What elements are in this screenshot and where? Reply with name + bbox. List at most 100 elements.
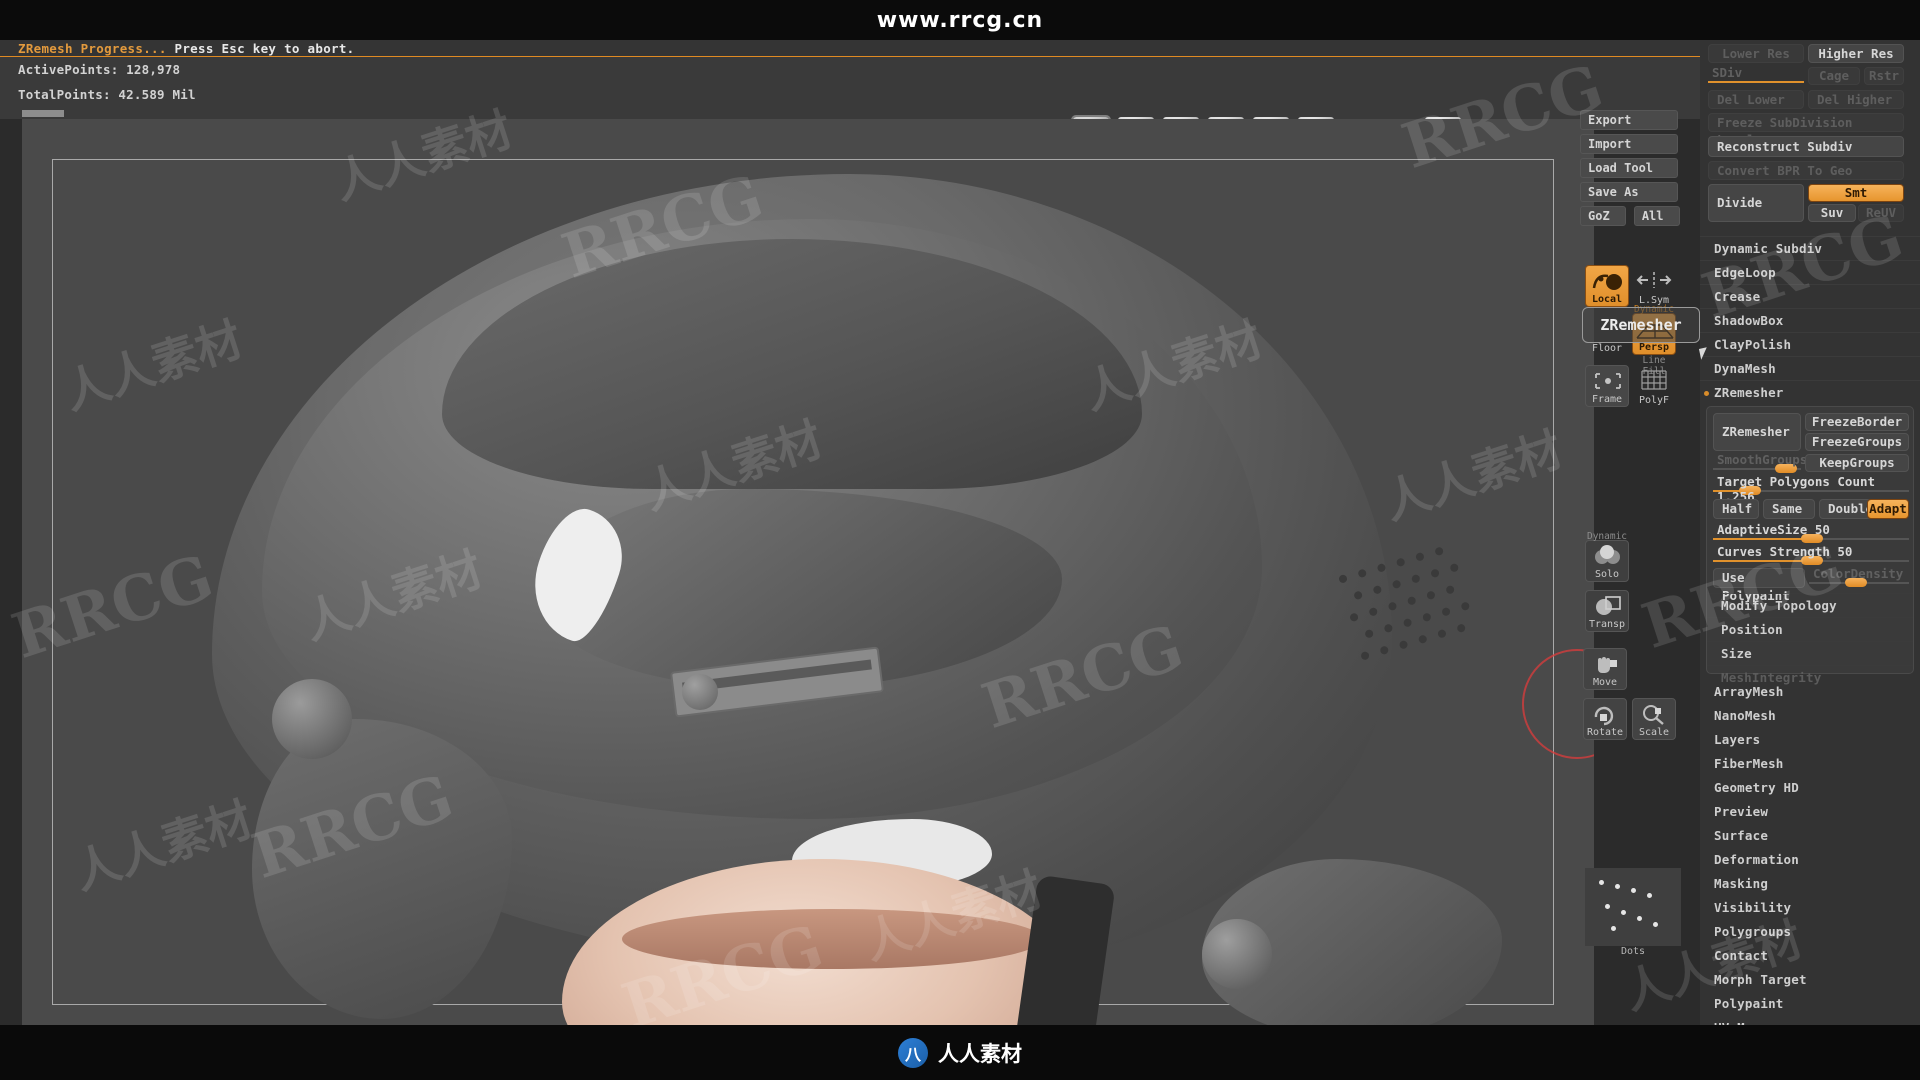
reuv-button[interactable]: ReUV — [1858, 204, 1904, 222]
smt-button[interactable]: Smt — [1808, 184, 1904, 202]
sdiv-slider[interactable]: SDiv — [1708, 65, 1804, 86]
use-polypaint-button[interactable]: Use Polypaint — [1713, 568, 1805, 603]
gizmo-rotate-label: Rotate — [1586, 727, 1624, 738]
panel-item-deformation[interactable]: Deformation — [1700, 848, 1920, 872]
half-button[interactable]: Half — [1713, 499, 1759, 519]
save-as-button[interactable]: Save As — [1580, 182, 1678, 202]
export-button[interactable]: Export — [1580, 110, 1678, 130]
pivot-disc — [272, 679, 352, 759]
rstr-button[interactable]: Rstr — [1864, 67, 1904, 85]
suv-button[interactable]: Suv — [1808, 204, 1856, 222]
panel-item-label: DynaMesh — [1714, 361, 1776, 376]
solo-button[interactable]: Dynamic Solo — [1585, 531, 1629, 582]
lsym-button[interactable]: L.Sym — [1632, 265, 1676, 307]
lower-res-button[interactable]: Lower Res — [1708, 44, 1804, 63]
polyf-button[interactable]: Line Fill PolyF — [1632, 355, 1676, 407]
adaptive-size-slider[interactable]: AdaptiveSize 50 — [1713, 522, 1909, 543]
panel-item-masking[interactable]: Masking — [1700, 872, 1920, 896]
point-counters: ActivePoints: 128,978 TotalPoints: 42.58… — [18, 62, 196, 112]
divide-button[interactable]: Divide — [1708, 184, 1804, 222]
panel-item-position[interactable]: Position — [1707, 617, 1913, 641]
gizmo-move-label: Move — [1592, 677, 1618, 688]
dot — [1647, 893, 1652, 898]
adaptive-size-fill — [1713, 538, 1811, 540]
panel-item-arraymesh[interactable]: ArrayMesh — [1700, 680, 1920, 704]
panel-item-fibermesh[interactable]: FiberMesh — [1700, 752, 1920, 776]
panel-item-shadowbox[interactable]: ShadowBox — [1700, 308, 1920, 332]
panel-item-polygroups[interactable]: Polygroups — [1700, 920, 1920, 944]
adapt-button[interactable]: Adapt — [1867, 499, 1909, 519]
zremesher-sub-list: Modify Topology Position Size MeshIntegr… — [1707, 593, 1913, 689]
panel-item-edgeloop[interactable]: EdgeLoop — [1700, 260, 1920, 284]
keep-groups-button[interactable]: KeepGroups — [1805, 454, 1909, 472]
cage-button[interactable]: Cage — [1808, 67, 1860, 85]
reconstruct-subdiv-button[interactable]: Reconstruct Subdiv — [1708, 136, 1904, 157]
goz-button[interactable]: GoZ — [1580, 206, 1626, 226]
panel-item-zremesher[interactable]: ZRemesher — [1700, 380, 1920, 404]
panel-item-size[interactable]: Size — [1707, 641, 1913, 665]
panel-item-label: Crease — [1714, 289, 1761, 304]
solo-icon — [1595, 545, 1620, 564]
zremesher-group: ZRemesher FreezeBorder FreezeGroups Smoo… — [1706, 406, 1914, 685]
smooth-groups-label: SmoothGroups — [1717, 452, 1808, 467]
panel-item-label: EdgeLoop — [1714, 265, 1776, 280]
solo-dynamic-label: Dynamic — [1586, 531, 1628, 542]
gizmo-move-button[interactable]: Move — [1583, 648, 1627, 690]
convert-bpr-to-geo-button[interactable]: Convert BPR To Geo — [1708, 161, 1904, 180]
gizmo-scale-label: Scale — [1638, 727, 1670, 738]
dots-pad[interactable] — [1585, 868, 1681, 946]
freeze-border-button[interactable]: FreezeBorder — [1805, 413, 1909, 431]
sdiv-label: SDiv — [1712, 65, 1743, 80]
dot — [1611, 926, 1616, 931]
del-lower-button[interactable]: Del Lower — [1708, 90, 1804, 109]
panel-item-surface[interactable]: Surface — [1700, 824, 1920, 848]
all-button[interactable]: All — [1633, 206, 1680, 226]
panel-item-label: ShadowBox — [1714, 313, 1784, 328]
transp-button[interactable]: Transp — [1585, 590, 1629, 632]
sculpt-canvas[interactable] — [22, 119, 1594, 1025]
gizmo-rotate-button[interactable]: Rotate — [1583, 698, 1627, 740]
curves-strength-slider[interactable]: Curves Strength 50 — [1713, 544, 1909, 565]
smooth-groups-slider[interactable]: SmoothGroups — [1713, 452, 1807, 473]
panel-item-dynamic-subdiv[interactable]: Dynamic Subdiv — [1700, 236, 1920, 260]
subdiv-cluster: Lower Res Higher Res SDiv Cage Rstr Del … — [1700, 40, 1920, 236]
panel-item-contact[interactable]: Contact — [1700, 944, 1920, 968]
panel-item-dynamesh[interactable]: DynaMesh — [1700, 356, 1920, 380]
zremesher-run-button[interactable]: ZRemesher — [1713, 413, 1801, 451]
bottom-brand-bar: 八 人人素材 — [0, 1025, 1920, 1080]
panel-item-geometry-hd[interactable]: Geometry HD — [1700, 776, 1920, 800]
panel-item-claypolish[interactable]: ClayPolish — [1700, 332, 1920, 356]
panel-item-polypaint[interactable]: Polypaint — [1700, 992, 1920, 1016]
site-url: www.rrcg.cn — [876, 7, 1044, 33]
load-tool-button[interactable]: Load Tool — [1580, 158, 1678, 178]
total-points: TotalPoints: 42.589 Mil — [18, 87, 196, 102]
double-button[interactable]: Double — [1819, 499, 1873, 519]
panel-item-layers[interactable]: Layers — [1700, 728, 1920, 752]
panel-item-morph-target[interactable]: Morph Target — [1700, 968, 1920, 992]
tool-panel: Lower Res Higher Res SDiv Cage Rstr Del … — [1700, 40, 1920, 1059]
panel-item-crease[interactable]: Crease — [1700, 284, 1920, 308]
higher-res-button[interactable]: Higher Res — [1808, 44, 1904, 63]
dot — [1599, 880, 1604, 885]
active-bullet-icon — [1704, 391, 1709, 396]
local-button[interactable]: Local — [1585, 265, 1629, 307]
lip-line — [622, 909, 1042, 969]
freeze-subdivision-levels-button[interactable]: Freeze SubDivision Levels — [1708, 113, 1904, 147]
canvas-scroll-handle[interactable] — [22, 110, 64, 117]
import-button[interactable]: Import — [1580, 134, 1678, 154]
panel-item-nanomesh[interactable]: NanoMesh — [1700, 704, 1920, 728]
color-density-slider[interactable]: ColorDensity — [1809, 566, 1909, 587]
dot — [1653, 922, 1658, 927]
gizmo-scale-button[interactable]: Scale — [1632, 698, 1676, 740]
panel-item-label: ZRemesher — [1714, 385, 1784, 400]
same-button[interactable]: Same — [1763, 499, 1815, 519]
panel-item-preview[interactable]: Preview — [1700, 800, 1920, 824]
target-polygons-slider[interactable]: Target Polygons Count 1.256 — [1713, 474, 1909, 504]
del-higher-button[interactable]: Del Higher — [1808, 90, 1904, 109]
freeze-groups-button[interactable]: FreezeGroups — [1805, 433, 1909, 451]
hand-move-icon — [1598, 657, 1617, 673]
dot — [1637, 916, 1642, 921]
frame-button[interactable]: Frame — [1585, 365, 1629, 407]
panel-item-modify-topology[interactable]: Modify Topology — [1707, 593, 1913, 617]
panel-item-visibility[interactable]: Visibility — [1700, 896, 1920, 920]
